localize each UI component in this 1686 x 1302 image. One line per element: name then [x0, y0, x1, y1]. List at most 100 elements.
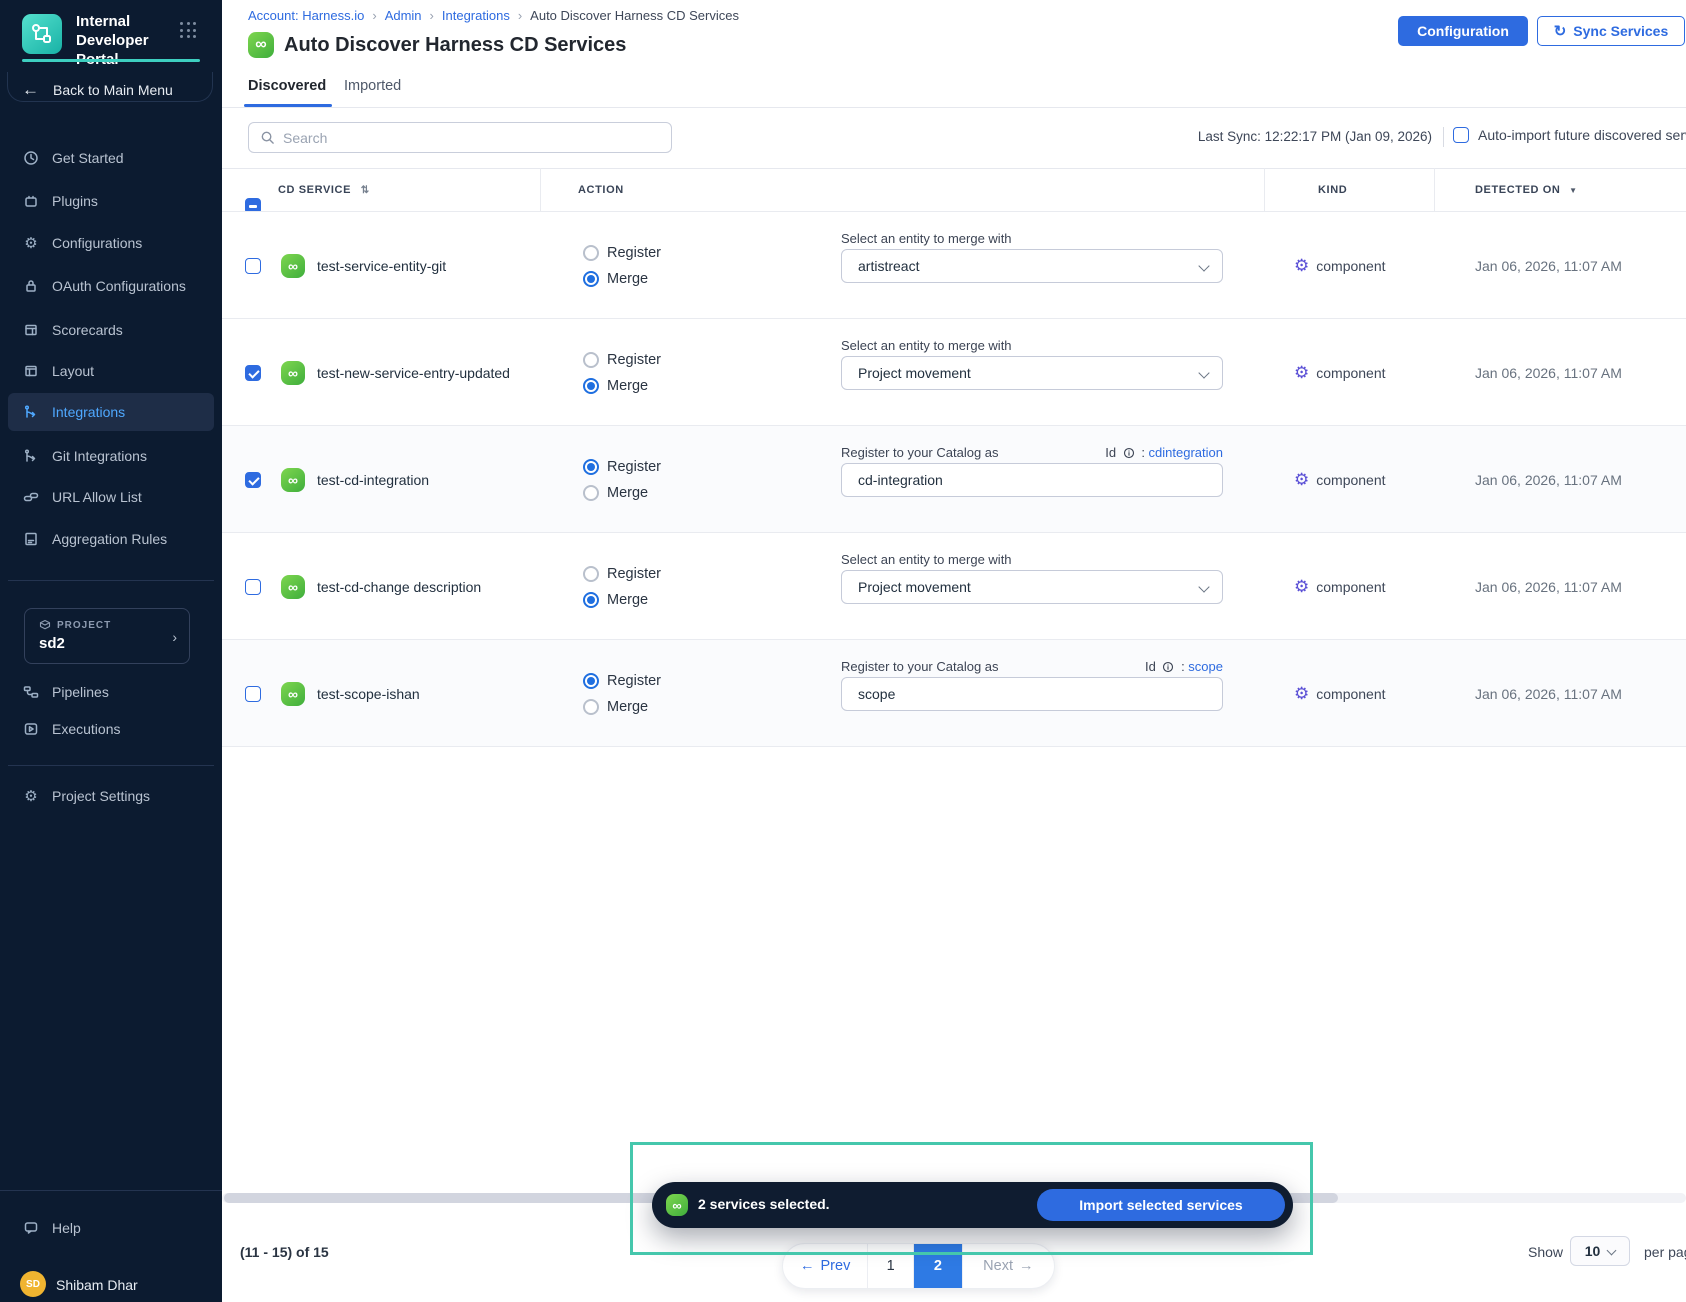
prev-page-button[interactable]: ← Prev	[783, 1244, 868, 1288]
register-radio-label[interactable]: Register	[607, 459, 661, 475]
sidebar-item-aggregation-rules[interactable]: Aggregation Rules	[8, 520, 214, 558]
sidebar-item-label: Scorecards	[52, 322, 123, 338]
merge-radio[interactable]	[583, 378, 599, 394]
catalog-name-input[interactable]	[841, 463, 1223, 497]
breadcrumb-integrations-link[interactable]: Integrations	[442, 8, 510, 23]
sidebar-item-project-settings[interactable]: ⚙ Project Settings	[8, 777, 214, 815]
merge-radio-label[interactable]: Merge	[607, 271, 648, 287]
merge-field-label: Select an entity to merge with	[841, 231, 1012, 246]
sidebar-item-integrations[interactable]: Integrations	[8, 393, 214, 431]
register-radio[interactable]	[583, 352, 599, 368]
user-avatar[interactable]: SD	[20, 1271, 46, 1297]
merge-radio[interactable]	[583, 592, 599, 608]
merge-radio-label[interactable]: Merge	[607, 699, 648, 715]
sidebar-item-configurations[interactable]: ⚙ Configurations	[8, 224, 214, 262]
register-radio[interactable]	[583, 245, 599, 261]
column-header-kind: KIND	[1318, 184, 1347, 196]
merge-field-label: Select an entity to merge with	[841, 338, 1012, 353]
page-1-button[interactable]: 1	[868, 1244, 914, 1288]
user-name[interactable]: Shibam Dhar	[56, 1277, 138, 1293]
page-2-button[interactable]: 2	[914, 1244, 963, 1288]
sidebar-item-help[interactable]: Help	[8, 1209, 214, 1247]
merge-radio-label[interactable]: Merge	[607, 378, 648, 394]
import-selected-services-button[interactable]: Import selected services	[1037, 1189, 1285, 1221]
row-checkbox[interactable]	[245, 686, 261, 702]
row-checkbox[interactable]	[245, 258, 261, 274]
sidebar-item-git-integrations[interactable]: Git Integrations	[8, 437, 214, 475]
register-radio[interactable]	[583, 459, 599, 475]
register-radio-label[interactable]: Register	[607, 352, 661, 368]
detected-on-value: Jan 06, 2026, 11:07 AM	[1475, 258, 1622, 274]
play-icon	[22, 720, 40, 738]
auto-import-checkbox[interactable]	[1453, 127, 1469, 143]
sidebar-item-pipelines[interactable]: Pipelines	[8, 673, 214, 711]
pagination-range: (11 - 15) of 15	[240, 1244, 329, 1260]
merge-radio[interactable]	[583, 699, 599, 715]
column-header-detected-on[interactable]: DETECTED ON ▼	[1475, 184, 1578, 196]
register-radio-label[interactable]: Register	[607, 673, 661, 689]
sync-services-label: Sync Services	[1573, 23, 1668, 39]
merge-entity-select[interactable]: Project movement	[841, 356, 1223, 390]
sidebar-item-plugins[interactable]: Plugins	[8, 182, 214, 220]
link-icon	[22, 488, 40, 506]
page-title: Auto Discover Harness CD Services	[284, 34, 626, 57]
merge-entity-select[interactable]: Project movement	[841, 570, 1223, 604]
sidebar-item-label: URL Allow List	[52, 489, 142, 505]
register-radio-label[interactable]: Register	[607, 245, 661, 261]
plugin-icon	[22, 192, 40, 210]
sidebar-divider	[8, 765, 214, 766]
next-page-button[interactable]: Next →	[963, 1244, 1054, 1288]
breadcrumb-admin-link[interactable]: Admin	[385, 8, 422, 23]
table-bottom-border	[222, 746, 1686, 747]
search-input[interactable]	[283, 130, 653, 146]
page-size-select[interactable]: 10	[1570, 1236, 1630, 1266]
project-icon	[39, 619, 51, 631]
register-radio[interactable]	[583, 566, 599, 582]
app-window: Internal Developer Portal ← Back to Main…	[0, 0, 1686, 1302]
toast-message: 2 services selected.	[698, 1196, 830, 1212]
id-link[interactable]: cdintegration	[1149, 445, 1223, 460]
app-grid-icon[interactable]	[180, 22, 197, 39]
id-label: Id	[1145, 659, 1156, 674]
table-row: ∞ test-new-service-entry-updated Registe…	[222, 318, 1686, 425]
sidebar-item-label: Get Started	[52, 150, 124, 166]
configuration-button[interactable]: Configuration	[1398, 16, 1528, 46]
harness-service-icon: ∞	[281, 254, 305, 278]
row-checkbox[interactable]	[245, 365, 261, 381]
cd-service-header-label: CD SERVICE	[278, 184, 351, 196]
register-radio[interactable]	[583, 673, 599, 689]
pipelines-icon	[22, 683, 40, 701]
sidebar-item-get-started[interactable]: Get Started	[8, 139, 214, 177]
layout-icon	[22, 362, 40, 380]
sidebar-accent-rule	[22, 59, 200, 62]
sidebar-item-label: Pipelines	[52, 684, 109, 700]
column-header-cd-service[interactable]: CD SERVICE ⇅	[278, 184, 370, 196]
component-gear-icon: ⚙	[1294, 578, 1309, 595]
sidebar-item-url-allow-list[interactable]: URL Allow List	[8, 478, 214, 516]
detected-on-value: Jan 06, 2026, 11:07 AM	[1475, 472, 1622, 488]
row-checkbox[interactable]	[245, 472, 261, 488]
sort-icon[interactable]: ⇅	[361, 185, 370, 196]
sidebar-item-scorecards[interactable]: Scorecards	[8, 311, 214, 349]
sidebar-item-executions[interactable]: Executions	[8, 710, 214, 748]
kind-cell: ⚙ component	[1294, 364, 1386, 381]
sidebar-item-oauth-configurations[interactable]: OAuth Configurations	[8, 267, 214, 305]
merge-entity-select[interactable]: artistreact	[841, 249, 1223, 283]
register-radio-label[interactable]: Register	[607, 566, 661, 582]
tab-imported[interactable]: Imported	[344, 78, 401, 94]
catalog-name-input[interactable]	[841, 677, 1223, 711]
merge-radio[interactable]	[583, 271, 599, 287]
merge-radio[interactable]	[583, 485, 599, 501]
merge-radio-label[interactable]: Merge	[607, 485, 648, 501]
sidebar-item-layout[interactable]: Layout	[8, 352, 214, 390]
id-link[interactable]: scope	[1188, 659, 1223, 674]
tab-discovered[interactable]: Discovered	[248, 78, 326, 94]
merge-radio-label[interactable]: Merge	[607, 592, 648, 608]
id-colon: :	[1141, 445, 1148, 460]
project-selector[interactable]: PROJECT sd2 ›	[24, 608, 190, 664]
kind-cell: ⚙ component	[1294, 257, 1386, 274]
breadcrumb-account-link[interactable]: Account: Harness.io	[248, 8, 364, 23]
row-checkbox[interactable]	[245, 579, 261, 595]
sync-services-button[interactable]: ↻ Sync Services	[1537, 16, 1685, 46]
detected-on-header-label: DETECTED ON	[1475, 184, 1560, 196]
